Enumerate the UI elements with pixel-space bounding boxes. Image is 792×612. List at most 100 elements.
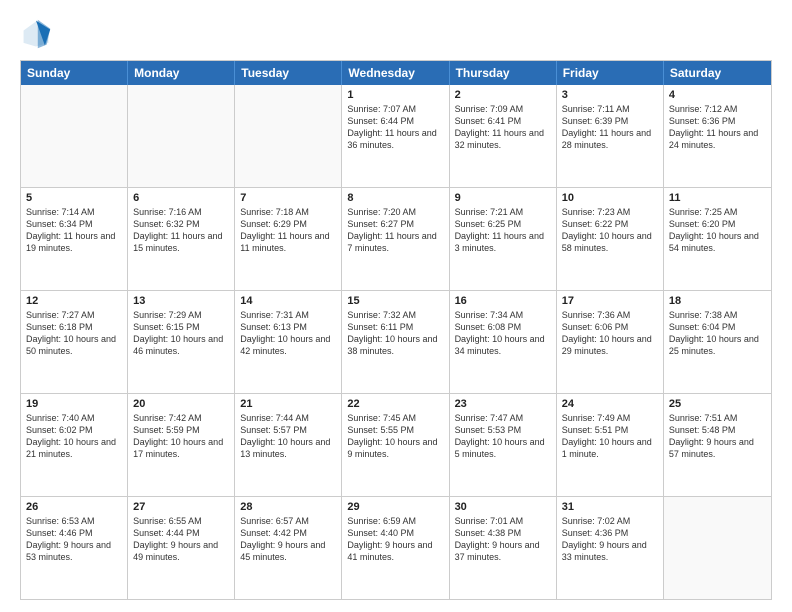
day-info: Sunrise: 7:25 AM Sunset: 6:20 PM Dayligh… xyxy=(669,206,766,255)
day-info: Sunrise: 6:53 AM Sunset: 4:46 PM Dayligh… xyxy=(26,515,122,564)
day-number: 13 xyxy=(133,295,229,307)
day-info: Sunrise: 7:31 AM Sunset: 6:13 PM Dayligh… xyxy=(240,309,336,358)
day-info: Sunrise: 7:09 AM Sunset: 6:41 PM Dayligh… xyxy=(455,103,551,152)
day-info: Sunrise: 7:40 AM Sunset: 6:02 PM Dayligh… xyxy=(26,412,122,461)
day-number: 17 xyxy=(562,295,658,307)
day-number: 29 xyxy=(347,501,443,513)
day-info: Sunrise: 7:02 AM Sunset: 4:36 PM Dayligh… xyxy=(562,515,658,564)
header-day-tuesday: Tuesday xyxy=(235,61,342,85)
day-28: 28 Sunrise: 6:57 AM Sunset: 4:42 PM Dayli… xyxy=(235,497,342,599)
day-info: Sunrise: 7:36 AM Sunset: 6:06 PM Dayligh… xyxy=(562,309,658,358)
header-day-monday: Monday xyxy=(128,61,235,85)
day-number: 8 xyxy=(347,192,443,204)
day-info: Sunrise: 7:20 AM Sunset: 6:27 PM Dayligh… xyxy=(347,206,443,255)
day-7: 7 Sunrise: 7:18 AM Sunset: 6:29 PM Daylig… xyxy=(235,188,342,290)
day-info: Sunrise: 7:14 AM Sunset: 6:34 PM Dayligh… xyxy=(26,206,122,255)
day-15: 15 Sunrise: 7:32 AM Sunset: 6:11 PM Dayli… xyxy=(342,291,449,393)
day-info: Sunrise: 7:38 AM Sunset: 6:04 PM Dayligh… xyxy=(669,309,766,358)
day-18: 18 Sunrise: 7:38 AM Sunset: 6:04 PM Dayli… xyxy=(664,291,771,393)
day-27: 27 Sunrise: 6:55 AM Sunset: 4:44 PM Dayli… xyxy=(128,497,235,599)
day-info: Sunrise: 7:27 AM Sunset: 6:18 PM Dayligh… xyxy=(26,309,122,358)
day-number: 25 xyxy=(669,398,766,410)
day-info: Sunrise: 7:45 AM Sunset: 5:55 PM Dayligh… xyxy=(347,412,443,461)
day-number: 7 xyxy=(240,192,336,204)
day-number: 14 xyxy=(240,295,336,307)
day-26: 26 Sunrise: 6:53 AM Sunset: 4:46 PM Dayli… xyxy=(21,497,128,599)
day-number: 27 xyxy=(133,501,229,513)
day-number: 26 xyxy=(26,501,122,513)
day-info: Sunrise: 7:29 AM Sunset: 6:15 PM Dayligh… xyxy=(133,309,229,358)
day-23: 23 Sunrise: 7:47 AM Sunset: 5:53 PM Dayli… xyxy=(450,394,557,496)
calendar-row-1: 1 Sunrise: 7:07 AM Sunset: 6:44 PM Daylig… xyxy=(21,85,771,188)
calendar-row-5: 26 Sunrise: 6:53 AM Sunset: 4:46 PM Dayli… xyxy=(21,497,771,599)
day-number: 1 xyxy=(347,89,443,101)
calendar-row-2: 5 Sunrise: 7:14 AM Sunset: 6:34 PM Daylig… xyxy=(21,188,771,291)
day-info: Sunrise: 7:49 AM Sunset: 5:51 PM Dayligh… xyxy=(562,412,658,461)
empty-cell xyxy=(128,85,235,187)
day-number: 11 xyxy=(669,192,766,204)
day-4: 4 Sunrise: 7:12 AM Sunset: 6:36 PM Daylig… xyxy=(664,85,771,187)
day-info: Sunrise: 7:21 AM Sunset: 6:25 PM Dayligh… xyxy=(455,206,551,255)
day-29: 29 Sunrise: 6:59 AM Sunset: 4:40 PM Dayli… xyxy=(342,497,449,599)
day-14: 14 Sunrise: 7:31 AM Sunset: 6:13 PM Dayli… xyxy=(235,291,342,393)
day-info: Sunrise: 7:12 AM Sunset: 6:36 PM Dayligh… xyxy=(669,103,766,152)
day-number: 21 xyxy=(240,398,336,410)
day-number: 6 xyxy=(133,192,229,204)
day-8: 8 Sunrise: 7:20 AM Sunset: 6:27 PM Daylig… xyxy=(342,188,449,290)
header-day-friday: Friday xyxy=(557,61,664,85)
day-info: Sunrise: 7:32 AM Sunset: 6:11 PM Dayligh… xyxy=(347,309,443,358)
day-20: 20 Sunrise: 7:42 AM Sunset: 5:59 PM Dayli… xyxy=(128,394,235,496)
calendar-row-3: 12 Sunrise: 7:27 AM Sunset: 6:18 PM Dayli… xyxy=(21,291,771,394)
day-13: 13 Sunrise: 7:29 AM Sunset: 6:15 PM Dayli… xyxy=(128,291,235,393)
day-21: 21 Sunrise: 7:44 AM Sunset: 5:57 PM Dayli… xyxy=(235,394,342,496)
day-number: 18 xyxy=(669,295,766,307)
day-number: 2 xyxy=(455,89,551,101)
day-number: 19 xyxy=(26,398,122,410)
header-day-thursday: Thursday xyxy=(450,61,557,85)
day-number: 15 xyxy=(347,295,443,307)
day-info: Sunrise: 7:07 AM Sunset: 6:44 PM Dayligh… xyxy=(347,103,443,152)
day-2: 2 Sunrise: 7:09 AM Sunset: 6:41 PM Daylig… xyxy=(450,85,557,187)
day-number: 23 xyxy=(455,398,551,410)
day-10: 10 Sunrise: 7:23 AM Sunset: 6:22 PM Dayli… xyxy=(557,188,664,290)
day-number: 12 xyxy=(26,295,122,307)
day-number: 3 xyxy=(562,89,658,101)
day-19: 19 Sunrise: 7:40 AM Sunset: 6:02 PM Dayli… xyxy=(21,394,128,496)
day-9: 9Sunrise: 7:21 AM Sunset: 6:25 PM Daylig… xyxy=(450,188,557,290)
header-day-sunday: Sunday xyxy=(21,61,128,85)
day-info: Sunrise: 7:34 AM Sunset: 6:08 PM Dayligh… xyxy=(455,309,551,358)
header-day-saturday: Saturday xyxy=(664,61,771,85)
page-header xyxy=(20,18,772,50)
day-number: 5 xyxy=(26,192,122,204)
day-16: 16Sunrise: 7:34 AM Sunset: 6:08 PM Dayli… xyxy=(450,291,557,393)
day-info: Sunrise: 7:51 AM Sunset: 5:48 PM Dayligh… xyxy=(669,412,766,461)
day-info: Sunrise: 6:55 AM Sunset: 4:44 PM Dayligh… xyxy=(133,515,229,564)
day-number: 10 xyxy=(562,192,658,204)
day-number: 31 xyxy=(562,501,658,513)
empty-cell xyxy=(21,85,128,187)
calendar-header: SundayMondayTuesdayWednesdayThursdayFrid… xyxy=(21,61,771,85)
day-30: 30Sunrise: 7:01 AM Sunset: 4:38 PM Dayli… xyxy=(450,497,557,599)
day-31: 31 Sunrise: 7:02 AM Sunset: 4:36 PM Dayli… xyxy=(557,497,664,599)
day-info: Sunrise: 7:11 AM Sunset: 6:39 PM Dayligh… xyxy=(562,103,658,152)
day-3: 3 Sunrise: 7:11 AM Sunset: 6:39 PM Daylig… xyxy=(557,85,664,187)
day-info: Sunrise: 7:23 AM Sunset: 6:22 PM Dayligh… xyxy=(562,206,658,255)
calendar-row-4: 19 Sunrise: 7:40 AM Sunset: 6:02 PM Dayli… xyxy=(21,394,771,497)
day-number: 20 xyxy=(133,398,229,410)
day-number: 28 xyxy=(240,501,336,513)
calendar: SundayMondayTuesdayWednesdayThursdayFrid… xyxy=(20,60,772,600)
day-5: 5 Sunrise: 7:14 AM Sunset: 6:34 PM Daylig… xyxy=(21,188,128,290)
day-info: Sunrise: 7:42 AM Sunset: 5:59 PM Dayligh… xyxy=(133,412,229,461)
day-number: 4 xyxy=(669,89,766,101)
day-info: Sunrise: 6:59 AM Sunset: 4:40 PM Dayligh… xyxy=(347,515,443,564)
calendar-page: SundayMondayTuesdayWednesdayThursdayFrid… xyxy=(0,0,792,612)
day-info: Sunrise: 7:01 AM Sunset: 4:38 PM Dayligh… xyxy=(455,515,551,564)
day-info: Sunrise: 7:44 AM Sunset: 5:57 PM Dayligh… xyxy=(240,412,336,461)
day-info: Sunrise: 7:47 AM Sunset: 5:53 PM Dayligh… xyxy=(455,412,551,461)
day-1: 1 Sunrise: 7:07 AM Sunset: 6:44 PM Daylig… xyxy=(342,85,449,187)
day-6: 6Sunrise: 7:16 AM Sunset: 6:32 PM Daylig… xyxy=(128,188,235,290)
day-info: Sunrise: 7:18 AM Sunset: 6:29 PM Dayligh… xyxy=(240,206,336,255)
day-info: Sunrise: 6:57 AM Sunset: 4:42 PM Dayligh… xyxy=(240,515,336,564)
day-24: 24Sunrise: 7:49 AM Sunset: 5:51 PM Dayli… xyxy=(557,394,664,496)
empty-cell xyxy=(235,85,342,187)
